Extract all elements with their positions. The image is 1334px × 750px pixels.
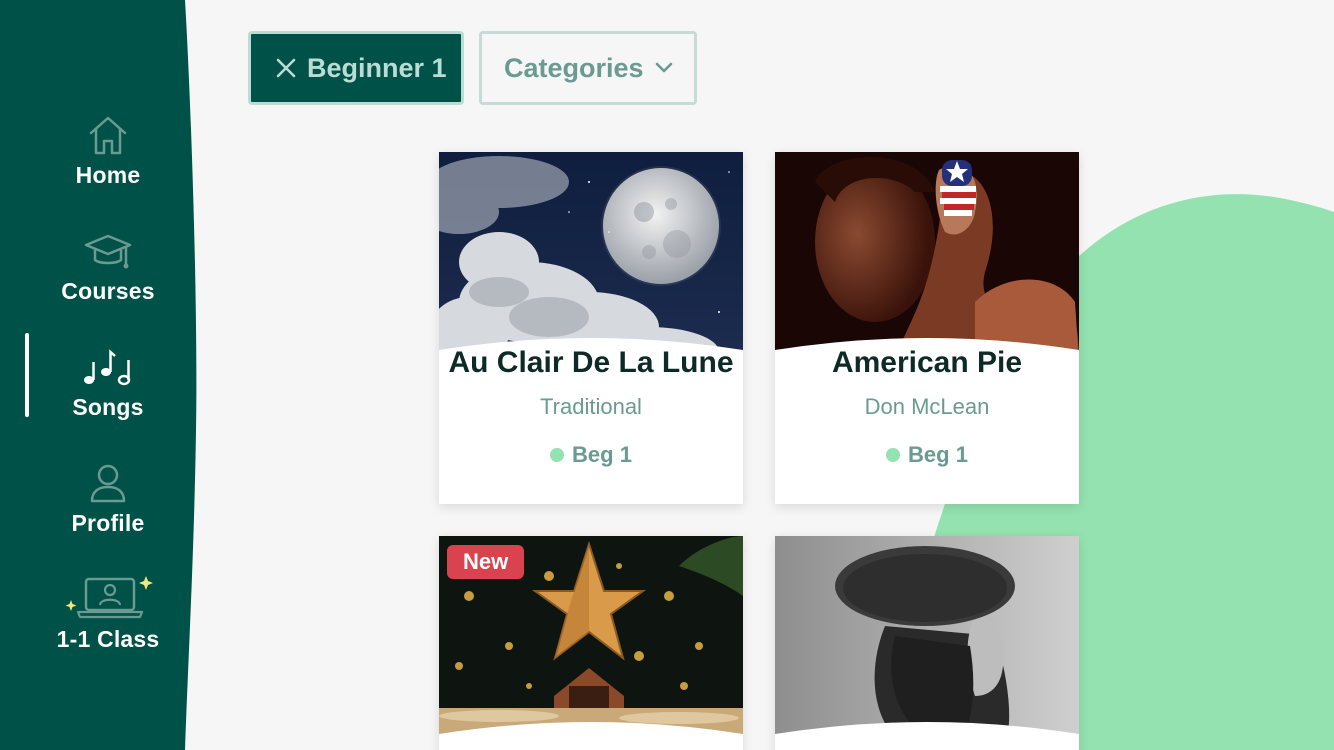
song-card[interactable]: American Pie Don McLean Beg 1	[775, 152, 1079, 504]
song-artist: Traditional	[540, 394, 642, 419]
sidebar: Home Courses Songs Profile 1-1 Class	[0, 0, 200, 750]
graduation-cap-icon	[84, 224, 132, 272]
laptop-video-icon	[60, 572, 156, 620]
categories-label: Categories	[504, 52, 644, 83]
song-thumbnail	[439, 152, 743, 362]
song-thumbnail	[775, 152, 1079, 362]
sidebar-item-home[interactable]: Home	[0, 108, 216, 189]
song-card[interactable]: New	[439, 536, 743, 750]
song-thumbnail: New	[439, 536, 743, 746]
home-icon	[88, 108, 128, 156]
song-title: American Pie	[831, 346, 1023, 379]
person-icon	[88, 456, 128, 504]
level-filter-label: Beginner 1	[307, 52, 447, 83]
song-title: Au Clair De La Lune	[448, 346, 734, 379]
sidebar-item-label: 1-1 Class	[56, 626, 160, 652]
sidebar-item-profile[interactable]: Profile	[0, 456, 216, 537]
chevron-down-icon	[654, 61, 674, 75]
sidebar-item-label: Songs	[72, 394, 144, 420]
sidebar-item-songs[interactable]: Songs	[0, 340, 216, 421]
song-artist: Don McLean	[864, 394, 990, 419]
sidebar-item-1-1-class[interactable]: 1-1 Class	[0, 572, 216, 653]
sidebar-item-courses[interactable]: Courses	[0, 224, 216, 305]
sidebar-item-label: Profile	[71, 510, 145, 536]
music-notes-icon	[82, 340, 134, 388]
song-level-label: Beg 1	[572, 442, 632, 467]
song-thumbnail	[775, 536, 1079, 746]
sidebar-item-label: Home	[75, 162, 141, 188]
new-badge: New	[447, 545, 525, 579]
close-icon[interactable]	[275, 57, 297, 79]
song-level: Beg 1	[775, 442, 1079, 468]
level-dot-icon	[550, 448, 565, 462]
song-level-label: Beg 1	[908, 442, 968, 467]
song-level: Beg 1	[439, 442, 743, 468]
level-dot-icon	[886, 448, 901, 462]
sidebar-item-label: Courses	[61, 278, 155, 304]
song-card[interactable]: Au Clair De La Lune Traditional Beg 1	[439, 152, 743, 504]
song-card[interactable]	[775, 536, 1079, 750]
categories-dropdown[interactable]: Categories	[479, 31, 697, 105]
level-filter-chip[interactable]: Beginner 1	[248, 31, 464, 105]
